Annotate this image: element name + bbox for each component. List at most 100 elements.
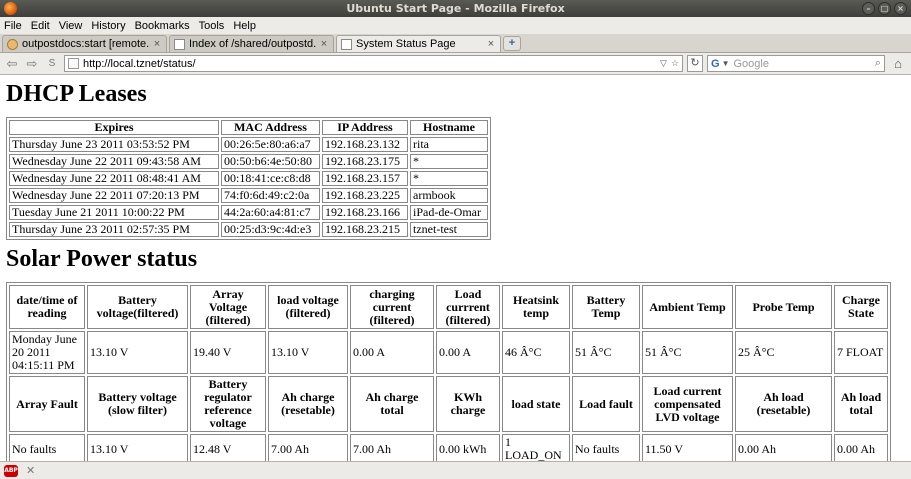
solar-column-header: KWh charge <box>436 376 500 432</box>
tab-close-icon[interactable]: × <box>486 38 496 50</box>
table-row: Array Fault Battery voltage (slow filter)… <box>9 376 888 432</box>
solar-value-cell: Monday June 20 2011 04:15:11 PM <box>9 331 85 374</box>
dhcp-cell: Tuesday June 21 2011 10:00:22 PM <box>9 205 219 220</box>
solar-value-cell: 19.40 V <box>190 331 266 374</box>
dhcp-cell: 192.168.23.225 <box>322 188 408 203</box>
solar-value-cell: 7 FLOAT <box>834 331 888 374</box>
page-content: DHCP Leases Expires MAC Address IP Address… <box>0 77 911 461</box>
solar-value-cell: 51 Â°C <box>572 331 640 374</box>
dhcp-cell: 44:2a:60:a4:81:c7 <box>221 205 320 220</box>
solar-value-cell: 12.48 V <box>190 434 266 461</box>
back-arrow-icon[interactable]: ⇦ <box>4 56 20 72</box>
solar-column-header: Load current compensated LVD voltage <box>642 376 733 432</box>
solar-value-cell: 13.10 V <box>87 331 188 374</box>
table-row: Wednesday June 22 2011 07:20:13 PM 74:f0:… <box>9 188 488 203</box>
menu-file[interactable]: File <box>4 20 22 32</box>
google-engine-icon[interactable]: G <box>711 58 720 70</box>
solar-column-header: Battery voltage(filtered) <box>87 285 188 329</box>
table-row: Wednesday June 22 2011 09:43:58 AM 00:50:… <box>9 154 488 169</box>
home-icon[interactable]: ⌂ <box>889 55 907 72</box>
dhcp-cell: rita <box>410 137 488 152</box>
solar-value-cell: 0.00 A <box>436 331 500 374</box>
new-tab-button[interactable]: + <box>503 36 521 51</box>
url-bar[interactable]: http://local.tznet/status/ ▽ ☆ <box>64 55 683 72</box>
dhcp-cell: * <box>410 154 488 169</box>
dhcp-cell: armbook <box>410 188 488 203</box>
minimize-icon[interactable]: – <box>862 2 875 15</box>
solar-column-header: Load fault <box>572 376 640 432</box>
search-magnifier-icon[interactable]: ⌕ <box>875 57 881 70</box>
menu-history[interactable]: History <box>91 20 125 32</box>
adblock-icon[interactable]: ABP <box>4 464 18 477</box>
stop-icon[interactable]: S <box>44 56 60 72</box>
tab-close-icon[interactable]: × <box>152 38 162 50</box>
solar-value-cell: 7.00 Ah <box>350 434 434 461</box>
bookmark-star-icon[interactable]: ☆ <box>671 58 679 69</box>
dhcp-column-header: Hostname <box>410 120 488 135</box>
dhcp-column-header: Expires <box>9 120 219 135</box>
menu-edit[interactable]: Edit <box>31 20 50 32</box>
menu-view[interactable]: View <box>59 20 83 32</box>
solar-value-cell: 11.50 V <box>642 434 733 461</box>
dhcp-cell: Thursday June 23 2011 02:57:35 PM <box>9 222 219 237</box>
url-text[interactable]: http://local.tznet/status/ <box>83 58 656 70</box>
solar-column-header: charging current (filtered) <box>350 285 434 329</box>
solar-heading: Solar Power status <box>6 246 198 272</box>
dhcp-cell: 00:25:d3:9c:4d:e3 <box>221 222 320 237</box>
solar-value-cell: 25 Â°C <box>735 331 832 374</box>
table-row: Wednesday June 22 2011 08:48:41 AM 00:18:… <box>9 171 488 186</box>
engine-dropdown-icon[interactable]: ▼ <box>722 59 730 68</box>
solar-table: date/time of reading Battery voltage(filt… <box>6 282 891 461</box>
solar-value-cell: 1 LOAD_ON <box>502 434 570 461</box>
tab-index-shared[interactable]: Index of /shared/outpostd... × <box>169 35 334 52</box>
dhcp-cell: 192.168.23.157 <box>322 171 408 186</box>
search-bar[interactable]: G ▼ Google ⌕ <box>707 55 885 72</box>
tab-label: outpostdocs:start [remote... <box>22 38 149 50</box>
tab-bar: outpostdocs:start [remote... × Index of … <box>0 34 911 53</box>
solar-column-header: Ah charge (resetable) <box>268 376 348 432</box>
page-favicon-icon <box>341 38 352 50</box>
solar-column-header: date/time of reading <box>9 285 85 329</box>
solar-value-cell: 13.10 V <box>87 434 188 461</box>
menu-bookmarks[interactable]: Bookmarks <box>135 20 190 32</box>
tab-outpostdocs[interactable]: outpostdocs:start [remote... × <box>2 35 167 52</box>
tab-system-status[interactable]: System Status Page × <box>336 35 501 52</box>
solar-value-cell: 13.10 V <box>268 331 348 374</box>
solar-column-header: Ah load (resetable) <box>735 376 832 432</box>
maximize-icon[interactable]: □ <box>878 2 891 15</box>
solar-value-cell: 46 Â°C <box>502 331 570 374</box>
table-row: date/time of reading Battery voltage(filt… <box>9 285 888 329</box>
dhcp-cell: Wednesday June 22 2011 09:43:58 AM <box>9 154 219 169</box>
url-dropdown-icon[interactable]: ▽ <box>660 58 667 69</box>
dhcp-cell: 00:26:5e:80:a6:a7 <box>221 137 320 152</box>
menu-tools[interactable]: Tools <box>199 20 225 32</box>
navigation-toolbar: ⇦ ⇨ S http://local.tznet/status/ ▽ ☆ ↻ G… <box>0 53 911 75</box>
status-bar: ABP ✕ <box>0 461 911 479</box>
menubar: File Edit View History Bookmarks Tools H… <box>0 17 911 34</box>
close-icon[interactable]: × <box>894 2 907 15</box>
forward-arrow-icon[interactable]: ⇨ <box>24 56 40 72</box>
tab-close-icon[interactable]: × <box>319 38 329 50</box>
solar-value-cell: 0.00 kWh <box>436 434 500 461</box>
firefox-icon <box>4 2 17 15</box>
solar-column-header: Heatsink temp <box>502 285 570 329</box>
dhcp-cell: Thursday June 23 2011 03:53:52 PM <box>9 137 219 152</box>
close-icon[interactable]: ✕ <box>26 464 35 477</box>
search-input[interactable]: Google <box>733 58 874 70</box>
solar-column-header: Ah load total <box>834 376 888 432</box>
site-identity-icon[interactable] <box>68 58 79 69</box>
reload-icon[interactable]: ↻ <box>687 55 703 72</box>
tab-label: System Status Page <box>356 38 456 50</box>
solar-column-header: Battery voltage (slow filter) <box>87 376 188 432</box>
table-row: Thursday June 23 2011 02:57:35 PM 00:25:d… <box>9 222 488 237</box>
dhcp-cell: * <box>410 171 488 186</box>
dhcp-cell: 00:50:b6:4e:50:80 <box>221 154 320 169</box>
solar-value-cell: 0.00 A <box>350 331 434 374</box>
table-row: Thursday June 23 2011 03:53:52 PM 00:26:5… <box>9 137 488 152</box>
dhcp-cell: 192.168.23.132 <box>322 137 408 152</box>
menu-help[interactable]: Help <box>233 20 256 32</box>
page-favicon-icon <box>174 38 185 50</box>
dhcp-cell: 74:f0:6d:49:c2:0a <box>221 188 320 203</box>
solar-value-cell: No faults <box>572 434 640 461</box>
solar-column-header: Charge State <box>834 285 888 329</box>
